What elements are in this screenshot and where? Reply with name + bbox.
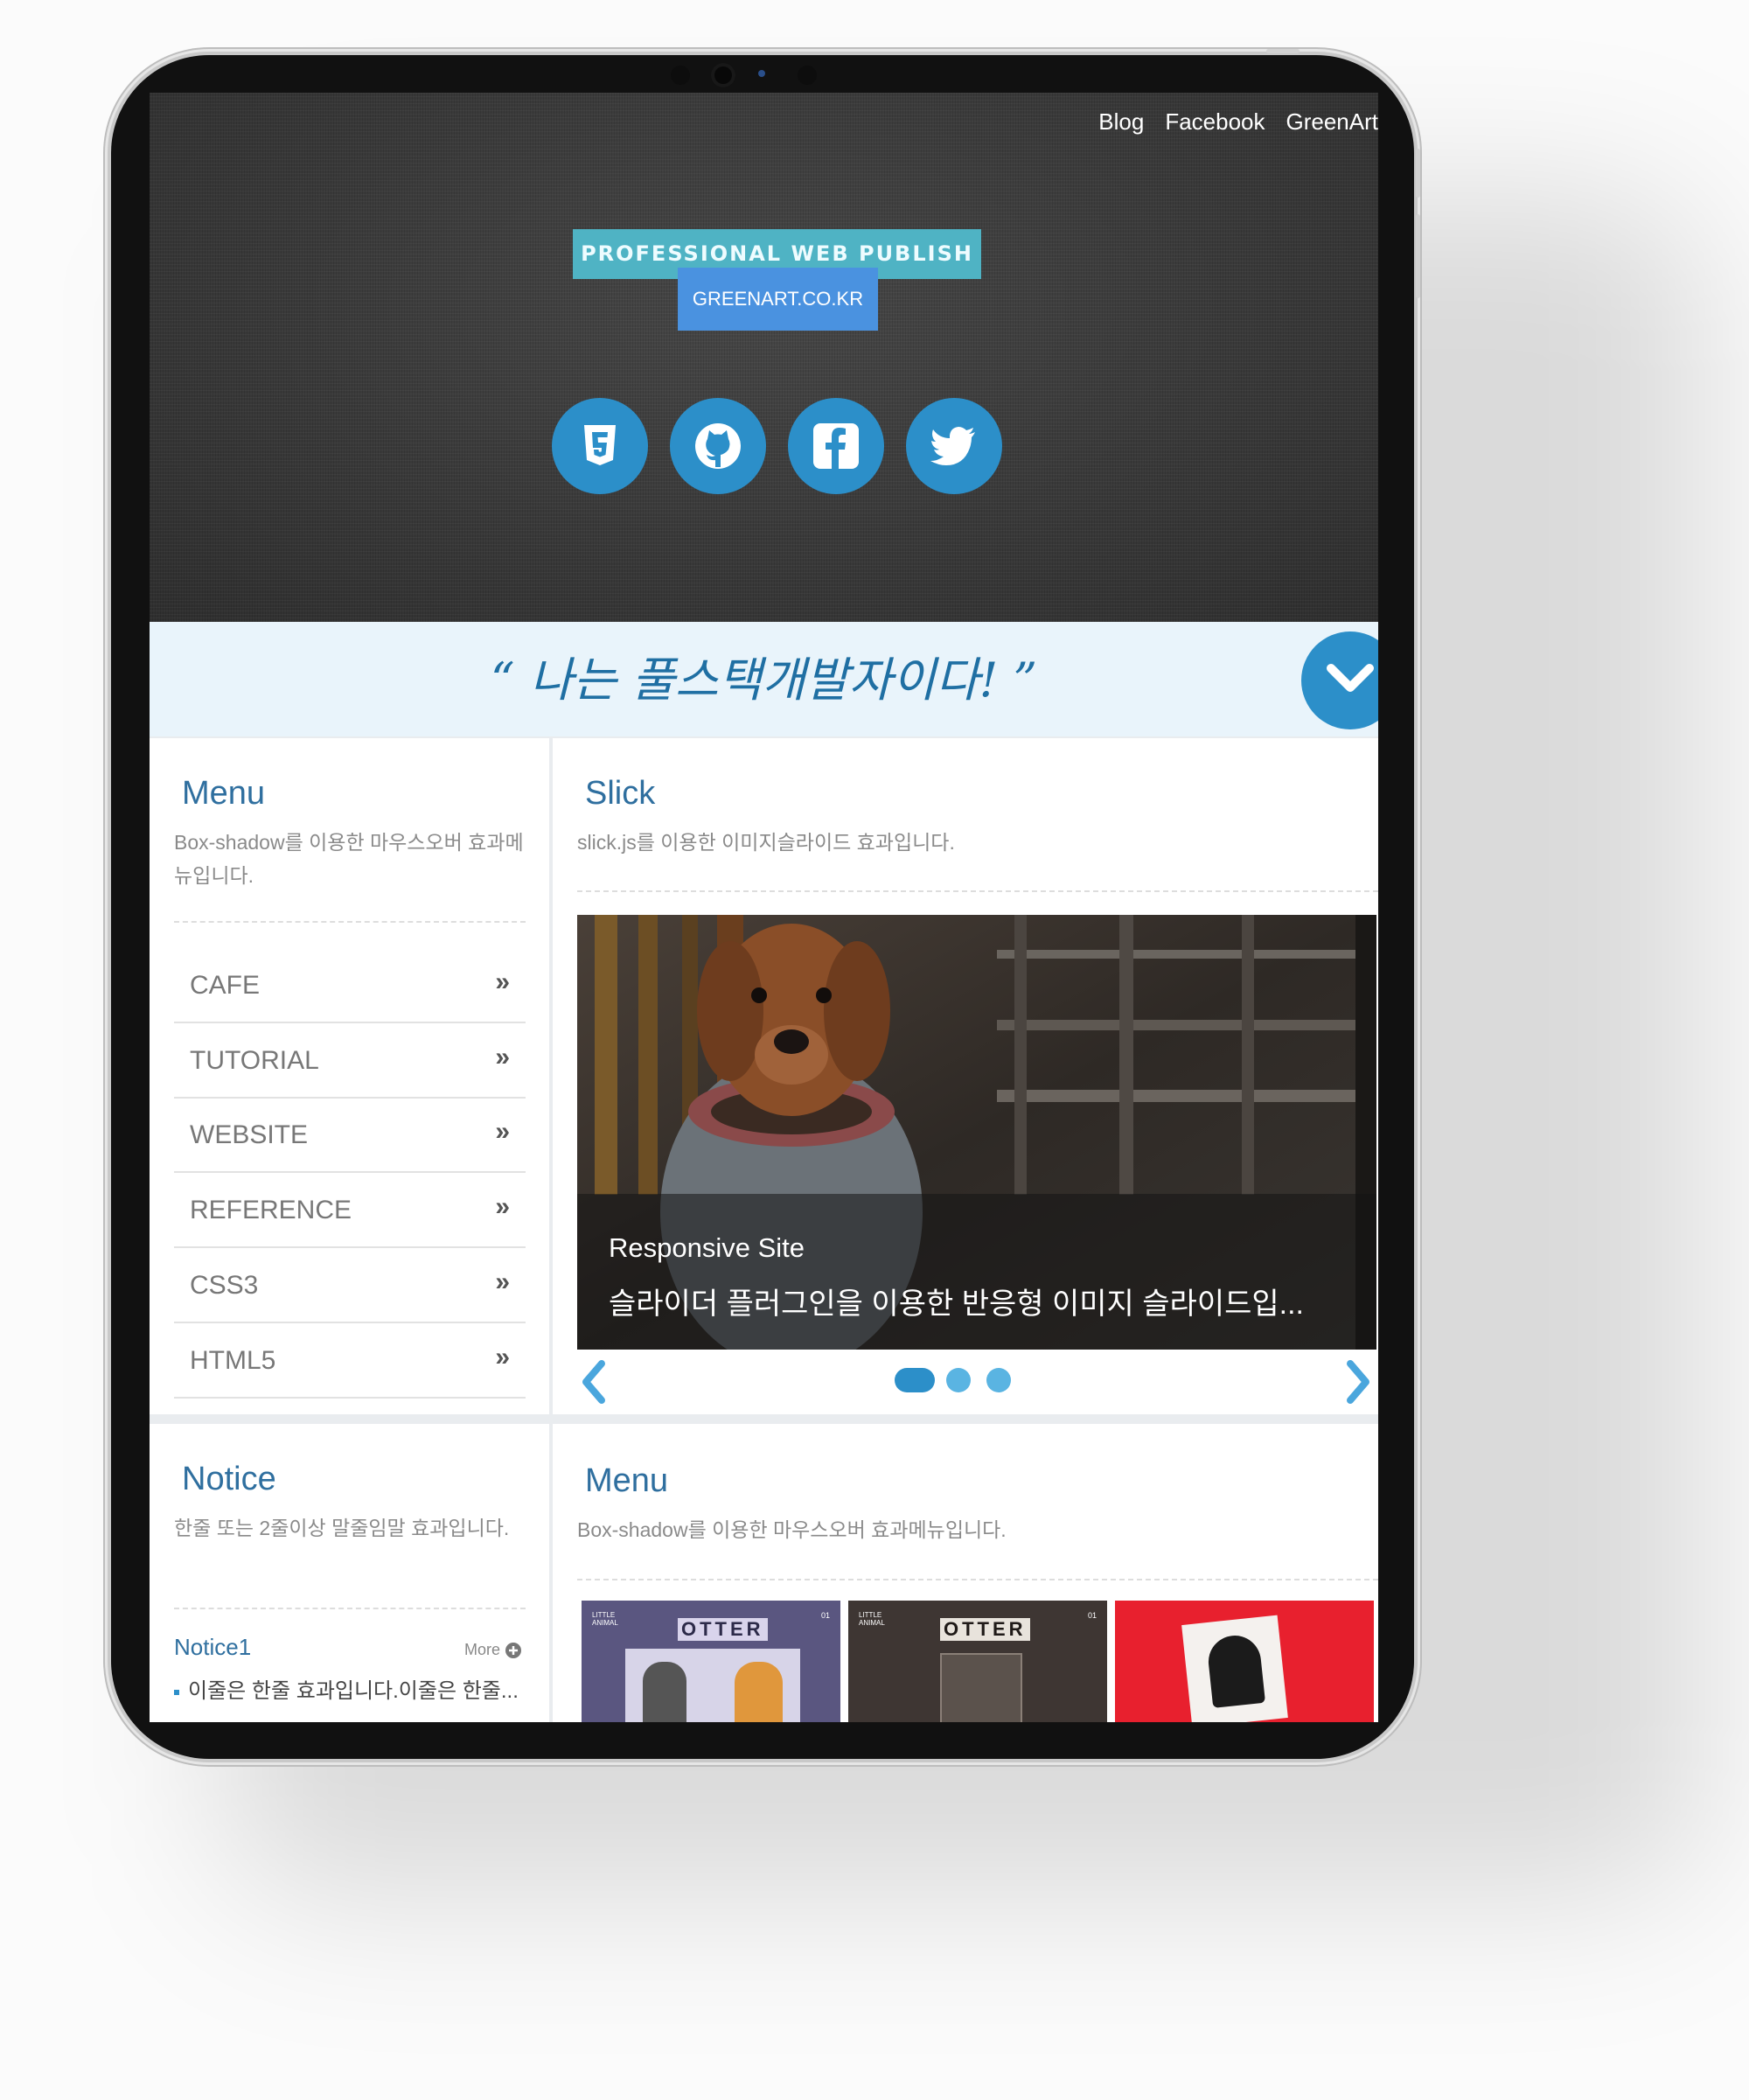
nav-link-facebook[interactable]: Facebook xyxy=(1165,108,1265,136)
site-badge-url[interactable]: GREENART.CO.KR xyxy=(678,268,878,331)
thumb-art xyxy=(940,1653,1022,1722)
menu-item-label: WEBSITE xyxy=(190,1120,309,1149)
menu-item-website[interactable]: WEBSITE » xyxy=(174,1098,526,1173)
menu-panel-2-title: Menu xyxy=(585,1462,669,1499)
nav-link-greenart[interactable]: GreenArt xyxy=(1286,108,1379,136)
chevron-down-icon xyxy=(1327,664,1374,692)
next-slide-button[interactable] xyxy=(1340,1360,1375,1404)
hero-header: Blog Facebook GreenArt PROFESSIONAL WEB … xyxy=(150,93,1378,622)
notice-panel-title: Notice xyxy=(182,1461,276,1497)
twitter-link[interactable] xyxy=(906,398,1002,494)
twitter-icon xyxy=(930,427,975,465)
menu-thumb[interactable]: LITTLE ANIMAL OTTER 01 xyxy=(848,1601,1107,1722)
double-chevron-right-icon: » xyxy=(495,967,510,996)
facebook-link[interactable] xyxy=(788,398,884,494)
divider xyxy=(577,1579,1378,1580)
slogan-banner: “ 나는 풀스택개발자이다! ” xyxy=(150,622,1378,736)
slide-caption-title: Responsive Site xyxy=(609,1232,805,1263)
github-icon xyxy=(695,423,741,469)
menu-item-tutorial[interactable]: TUTORIAL » xyxy=(174,1023,526,1099)
menu-item-html5[interactable]: HTML5 » xyxy=(174,1323,526,1399)
slogan-text: “ 나는 풀스택개발자이다! ” xyxy=(490,652,1038,708)
chevron-right-icon xyxy=(1347,1360,1369,1404)
menu-item-reference[interactable]: REFERENCE » xyxy=(174,1173,526,1248)
menu-panel-title: Menu xyxy=(182,775,266,812)
double-chevron-right-icon: » xyxy=(495,1192,510,1221)
volume-button xyxy=(1416,149,1420,198)
menu-item-label: CSS3 xyxy=(190,1271,259,1300)
notice-item-text: 이줄은 한줄 효과입니다.이줄은 한줄... xyxy=(188,1679,519,1703)
html5-link[interactable] xyxy=(552,398,648,494)
github-link[interactable] xyxy=(670,398,766,494)
camera-indicator xyxy=(758,70,765,77)
menu-panel-description: Box-shadow를 이용한 마우스오버 효과메뉴입니다. xyxy=(174,831,524,887)
notice-item[interactable]: 이줄은 한줄 효과입니다.이줄은 한줄... xyxy=(174,1673,524,1704)
divider xyxy=(174,921,526,923)
slide-image[interactable]: Responsive Site 슬라이더 플러그인을 이용한 반응형 이미지 슬… xyxy=(577,915,1376,1350)
menu-panel: Menu Box-shadow를 이용한 마우스오버 효과메뉴입니다. CAFE… xyxy=(150,738,549,1414)
double-chevron-right-icon: » xyxy=(495,1267,510,1296)
slide-dot[interactable] xyxy=(986,1368,1011,1392)
bullet-icon xyxy=(174,1689,179,1695)
menu-item-cafe[interactable]: CAFE » xyxy=(174,948,526,1023)
menu-item-css3[interactable]: CSS3 » xyxy=(174,1248,526,1323)
menu-thumb[interactable] xyxy=(1115,1601,1374,1722)
slick-panel: Slick slick.js를 이용한 이미지슬라이드 효과입니다. Respo… xyxy=(553,738,1378,1414)
menu-item-label: TUTORIAL xyxy=(190,1046,319,1075)
more-link-label: More xyxy=(464,1641,501,1658)
thumb-number: 01 xyxy=(1087,1611,1097,1620)
notice-tab[interactable]: Notice1 xyxy=(174,1634,251,1661)
html5-icon xyxy=(584,425,616,465)
camera-lens xyxy=(711,63,735,87)
slide-caption-text: 슬라이더 플러그인을 이용한 반응형 이미지 슬라이드입... xyxy=(609,1287,1305,1321)
nav-link-blog[interactable]: Blog xyxy=(1098,108,1144,136)
plus-circle-icon xyxy=(505,1642,522,1658)
slide-caption: Responsive Site 슬라이더 플러그인을 이용한 반응형 이미지 슬… xyxy=(577,1194,1376,1350)
menu-item-label: HTML5 xyxy=(190,1346,276,1375)
thumb-number: 01 xyxy=(820,1611,830,1620)
menu-item-label: CAFE xyxy=(190,971,261,1000)
prev-slide-button[interactable] xyxy=(577,1360,612,1404)
sensor-dot xyxy=(671,66,690,85)
double-chevron-right-icon: » xyxy=(495,1043,510,1071)
thumb-art xyxy=(643,1662,686,1722)
power-button xyxy=(1266,49,1300,53)
divider xyxy=(577,890,1378,892)
divider xyxy=(174,1608,526,1609)
menu-thumb[interactable]: LITTLE ANIMAL OTTER 01 xyxy=(582,1601,840,1722)
double-chevron-right-icon: » xyxy=(495,1117,510,1146)
thumb-title: OTTER xyxy=(678,1618,768,1641)
thumb-art xyxy=(735,1662,783,1722)
chevron-left-icon xyxy=(582,1360,605,1404)
menu-item-label: REFERENCE xyxy=(190,1196,352,1224)
top-nav: Blog Facebook GreenArt xyxy=(1098,108,1378,136)
menu-panel-2-description: Box-shadow를 이용한 마우스오버 효과메뉴입니다. xyxy=(577,1518,1007,1541)
volume-button xyxy=(1416,214,1420,298)
slick-panel-title: Slick xyxy=(585,775,656,812)
menu-panel-2: Menu Box-shadow를 이용한 마우스오버 효과메뉴입니다. LITT… xyxy=(553,1424,1378,1722)
thumb-brand: LITTLE ANIMAL xyxy=(859,1611,885,1627)
facebook-icon xyxy=(813,423,859,469)
slide-dot[interactable] xyxy=(946,1368,971,1392)
device-screen: Blog Facebook GreenArt PROFESSIONAL WEB … xyxy=(150,93,1378,1722)
double-chevron-right-icon: » xyxy=(495,1343,510,1371)
thumb-title: OTTER xyxy=(940,1618,1030,1641)
thumb-brand: LITTLE ANIMAL xyxy=(592,1611,618,1627)
notice-panel: Notice 한줄 또는 2줄이상 말줄임말 효과입니다. Notice1 Mo… xyxy=(150,1424,549,1722)
more-link[interactable]: More xyxy=(464,1641,522,1659)
slide-dot-active[interactable] xyxy=(895,1368,935,1392)
notice-panel-description: 한줄 또는 2줄이상 말줄임말 효과입니다. xyxy=(174,1517,510,1539)
sensor-dot xyxy=(798,66,817,85)
slick-panel-description: slick.js를 이용한 이미지슬라이드 효과입니다. xyxy=(577,831,955,854)
